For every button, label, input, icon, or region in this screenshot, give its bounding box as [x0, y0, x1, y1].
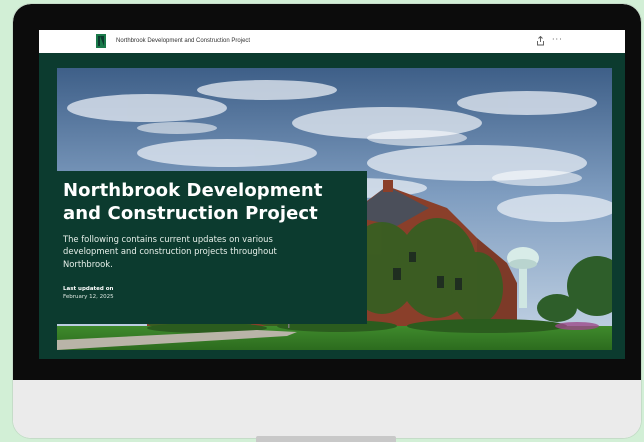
hero-banner: Northbrook Development and Construction … — [57, 68, 612, 350]
last-updated-date: February 12, 2025 — [63, 294, 114, 301]
logo-icon[interactable] — [96, 34, 106, 48]
more-options-icon[interactable]: ··· — [552, 33, 566, 47]
monitor-chin — [13, 380, 641, 438]
monitor-frame: Northbrook Development and Construction … — [13, 4, 641, 438]
page-title: Northbrook Development and Construction … — [63, 180, 323, 224]
page-description: The following contains current updates o… — [63, 234, 277, 269]
screen: Northbrook Development and Construction … — [39, 30, 625, 359]
monitor-stand — [256, 436, 396, 442]
hero-text-panel: Northbrook Development and Construction … — [57, 171, 367, 324]
last-updated-label: Last updated on — [63, 286, 114, 293]
share-icon[interactable] — [536, 36, 545, 46]
site-title-link[interactable]: Northbrook Development and Construction … — [116, 36, 250, 46]
top-header-bar: Northbrook Development and Construction … — [39, 30, 625, 53]
